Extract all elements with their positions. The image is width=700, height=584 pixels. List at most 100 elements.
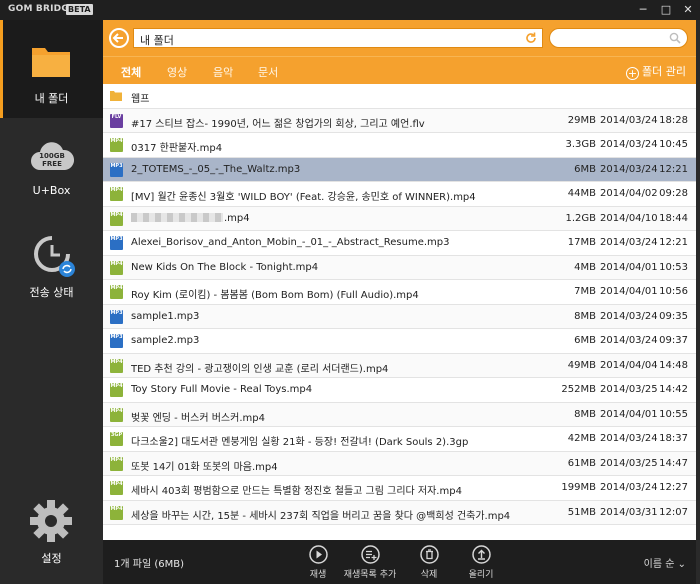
file-size: 199MB — [561, 482, 596, 493]
mp4-file-icon: MP4 — [110, 285, 123, 299]
file-name: 다크소울2] 대도서관 멘붕게임 실황 21화 - 등장! 전갈녀! (Dark… — [131, 437, 469, 448]
sidebar-item-settings[interactable]: 설정 — [0, 488, 103, 584]
folder-row[interactable]: 웹프 — [103, 84, 696, 109]
file-date: 2014/04/02 — [600, 188, 658, 199]
add-playlist-button[interactable]: 재생목록 추가 — [340, 545, 400, 580]
file-row[interactable]: MP4 0317 한판붙자.mp4 3.3GB 2014/03/24 10:45 — [103, 133, 696, 158]
sidebar-item-label: 내 폴더 — [34, 92, 69, 105]
sidebar-item-label: 설정 — [41, 552, 62, 565]
folder-manage-button[interactable]: + 폴더 관리 — [626, 63, 686, 80]
file-row[interactable]: MP4 New Kids On The Block - Tonight.mp4 4M… — [103, 255, 696, 280]
file-name: New Kids On The Block - Tonight.mp4 — [131, 261, 319, 273]
file-time: 18:28 — [659, 114, 688, 126]
mp3-file-icon: MP3 — [110, 162, 123, 177]
cloud-100gb-icon: 100GB FREE — [31, 142, 74, 170]
tab-music[interactable]: 음악 — [213, 64, 233, 80]
file-date: 2014/04/10 — [600, 212, 658, 224]
file-time: 09:37 — [659, 335, 688, 346]
sort-dropdown[interactable]: 이름 순 ⌄ — [644, 555, 686, 570]
upload-label: 올리기 — [468, 570, 494, 580]
file-time: 12:21 — [659, 163, 688, 175]
main-panel: 내 폴더 전체 영상 음악 문서 + 폴더 관리 웹프 FLV #17 스티브 잡스-… — [103, 20, 696, 584]
arrow-left-icon — [112, 33, 123, 43]
file-size: 6MB — [574, 335, 596, 346]
file-row[interactable]: MP4 [MV] 월간 윤종신 3월호 'WILD BOY' (Feat. 강승윤… — [103, 182, 696, 207]
sort-label: 이름 순 — [643, 559, 675, 570]
file-row[interactable]: MP4 TED 추천 강의 - 광고쟁이의 인생 교훈 (로리 서더랜드).mp4… — [103, 353, 696, 378]
file-row[interactable]: FLV #17 스티브 잡스- 1990년, 어느 젊은 창업가의 회상, 그리고… — [103, 108, 696, 133]
file-time: 18:44 — [659, 212, 688, 224]
maximize-button[interactable]: □ — [657, 2, 675, 18]
mp4-file-icon: MP4 — [110, 481, 123, 495]
sidebar-item-my-folder[interactable]: 내 폴더 — [0, 20, 103, 118]
file-row[interactable]: MP4 벚꽃 엔딩 - 버스커 버스커.mp4 8MB 2014/04/01 10:55 — [103, 402, 696, 427]
file-size: 42MB — [567, 433, 596, 444]
file-name: 2_TOTEMS_-_05_-_The_Waltz.mp3 — [131, 163, 301, 175]
file-size: 1.2GB — [565, 212, 596, 224]
file-time: 18:37 — [659, 433, 688, 444]
file-time: 12:07 — [659, 506, 688, 518]
file-date: 2014/03/24 — [600, 310, 658, 322]
file-date: 2014/03/24 — [600, 482, 658, 493]
file-size: 7MB — [574, 286, 596, 297]
tab-all[interactable]: 전체 — [121, 64, 141, 80]
play-button[interactable]: 재생 — [288, 545, 348, 580]
file-time: 10:53 — [659, 261, 688, 273]
file-row[interactable]: MP4 Roy Kim (로이킴) - 봄봄봄 (Bom Bom Bom) (Fu… — [103, 280, 696, 305]
file-size: 8MB — [574, 408, 596, 420]
close-button[interactable]: ✕ — [679, 2, 697, 18]
file-date: 2014/03/24 — [600, 433, 658, 444]
file-row[interactable]: MP3 Alexei_Borisov_and_Anton_Mobin_-_01_-… — [103, 231, 696, 256]
sidebar: 내 폴더 100GB FREE U+Box 전송 상태 설정 — [0, 20, 103, 584]
sidebar-item-transfer-status[interactable]: 전송 상태 — [0, 208, 103, 308]
file-name: #17 스티브 잡스- 1990년, 어느 젊은 창업가의 회상, 그리고 예언… — [131, 118, 425, 130]
search-icon[interactable] — [669, 32, 681, 44]
file-time: 10:56 — [659, 286, 688, 297]
file-row[interactable]: MP3 2_TOTEMS_-_05_-_The_Waltz.mp3 6MB 2014/… — [103, 157, 696, 182]
refresh-icon[interactable] — [524, 31, 538, 45]
file-size: 17MB — [567, 237, 596, 248]
path-field[interactable]: 내 폴더 — [133, 28, 543, 48]
mp4-file-icon: MP4 — [110, 358, 123, 373]
file-row[interactable]: MP4 .mp4 1.2GB 2014/04/10 18:44 — [103, 206, 696, 231]
sidebar-item-uplus-box[interactable]: 100GB FREE U+Box — [0, 118, 103, 208]
mp4-file-icon: MP4 — [110, 138, 123, 152]
mp4-file-icon: MP4 — [110, 211, 123, 226]
file-date: 2014/03/25 — [600, 384, 658, 395]
file-row[interactable]: MP4 세바시 403회 평범함으로 만드는 특별함 정진호 철들고 그림 그리다… — [103, 476, 696, 501]
selection-summary: 1개 파일 (6MB) — [114, 559, 184, 570]
file-name: .mp4 — [131, 212, 551, 224]
search-input[interactable] — [549, 28, 688, 48]
file-name-suffix: .mp4 — [224, 212, 250, 224]
file-name: 세바시 403회 평범함으로 만드는 특별함 정진호 철들고 그림 그리다 저자… — [131, 486, 462, 497]
mp3-file-icon: MP3 — [110, 334, 123, 348]
tab-video[interactable]: 영상 — [167, 64, 187, 80]
upload-button[interactable]: 올리기 — [451, 545, 511, 580]
file-row[interactable]: MP4 Toy Story Full Movie - Real Toys.mp4 2… — [103, 378, 696, 403]
file-list: 웹프 FLV #17 스티브 잡스- 1990년, 어느 젊은 창업가의 회상, 그… — [103, 84, 696, 540]
file-row[interactable]: MP4 세상을 바꾸는 시간, 15분 - 세바시 237회 직업을 버리고 꿈을… — [103, 500, 696, 525]
mp4-file-icon: MP4 — [110, 383, 123, 397]
file-size: 4MB — [574, 261, 596, 273]
file-row[interactable]: 3GP 다크소울2] 대도서관 멘붕게임 실황 21화 - 등장! 전갈녀! (D… — [103, 427, 696, 452]
toolbar: 내 폴더 — [103, 20, 696, 56]
file-date: 2014/04/01 — [600, 408, 658, 420]
file-name: 웹프 — [131, 94, 150, 105]
file-time: 12:21 — [659, 237, 688, 248]
minimize-button[interactable]: ─ — [634, 2, 652, 18]
file-row[interactable]: MP4 또봇 14기 01화 또봇의 마음.mp4 61MB 2014/03/25 14… — [103, 451, 696, 476]
gear-icon — [30, 500, 72, 542]
delete-button[interactable]: 삭제 — [399, 545, 459, 580]
folder-icon — [110, 91, 122, 101]
file-name: 세상을 바꾸는 시간, 15분 - 세바시 237회 직업을 버리고 꿈을 찾다… — [131, 510, 511, 522]
file-row[interactable]: MP3 sample1.mp3 8MB 2014/03/24 09:35 — [103, 304, 696, 329]
redacted-text — [131, 212, 223, 222]
file-row[interactable]: MP3 sample2.mp3 6MB 2014/03/24 09:37 — [103, 329, 696, 354]
file-date: 2014/03/25 — [600, 457, 658, 469]
file-date: 2014/03/24 — [600, 335, 658, 346]
file-time: 14:48 — [659, 359, 688, 371]
tab-documents[interactable]: 문서 — [258, 64, 278, 80]
back-button[interactable] — [109, 28, 129, 48]
file-size: 49MB — [567, 359, 596, 371]
window-frame-right — [696, 20, 700, 584]
